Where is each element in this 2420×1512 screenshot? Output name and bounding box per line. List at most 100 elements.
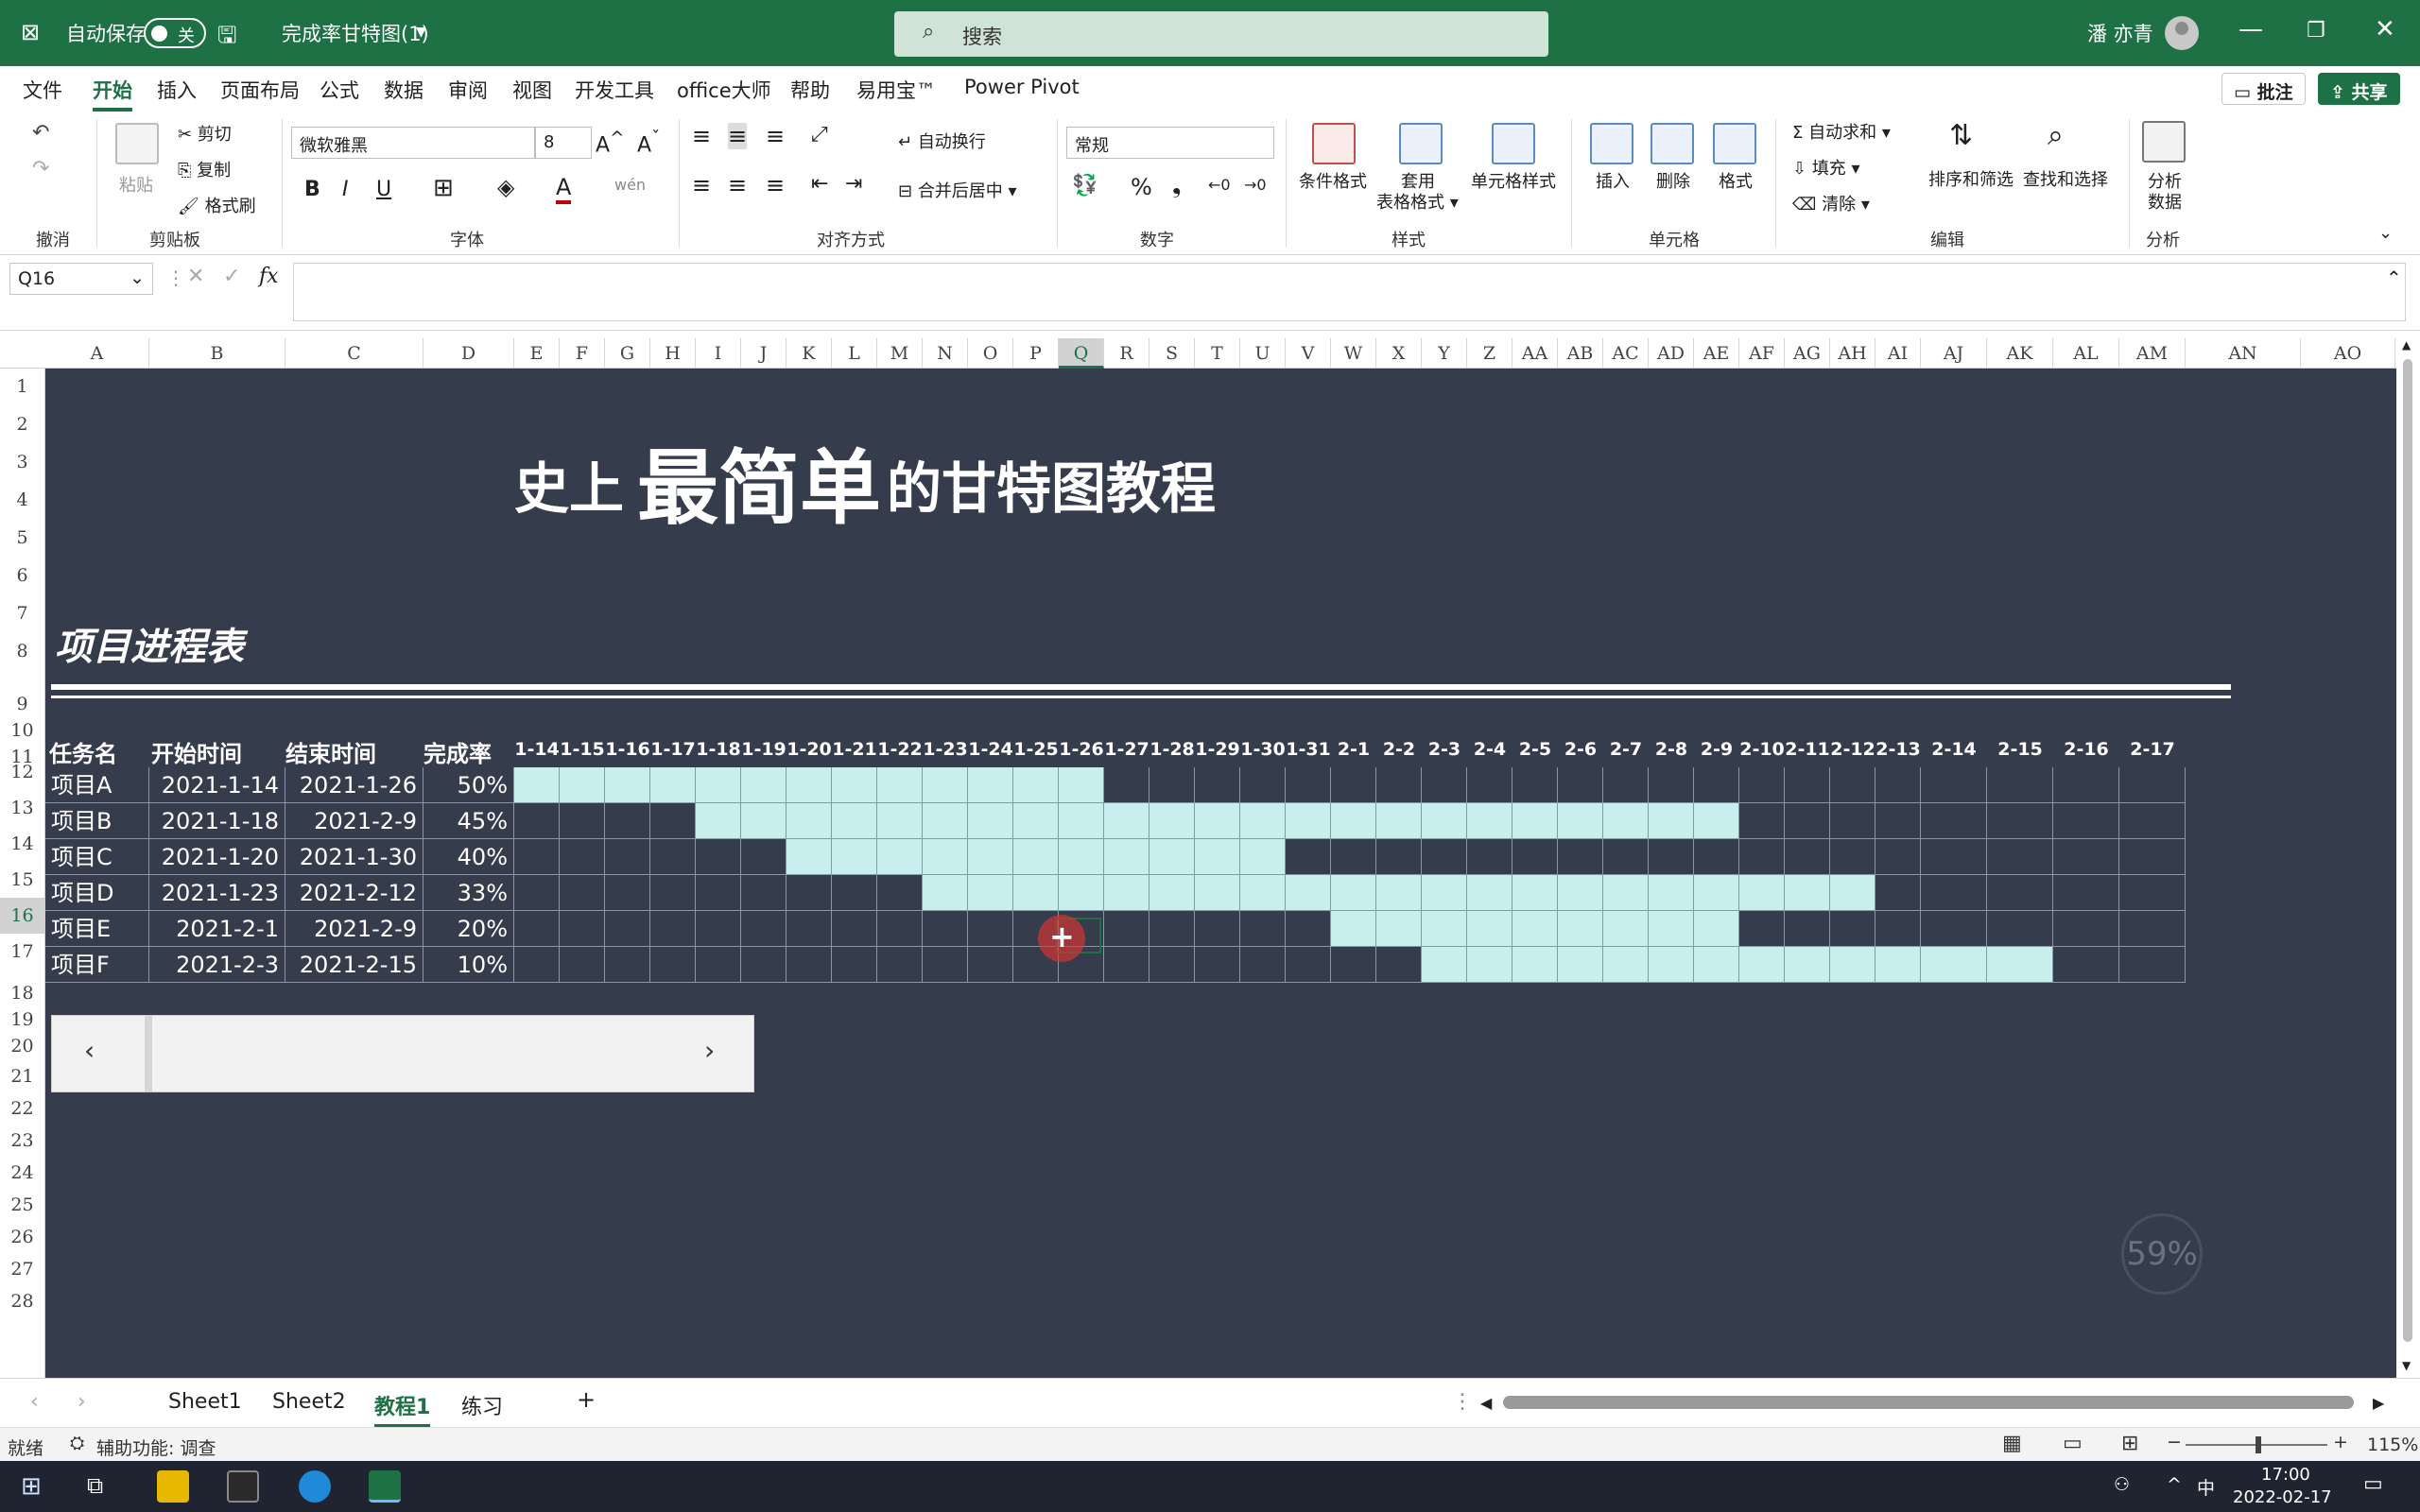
gantt-empty-cell[interactable]: [1694, 767, 1739, 803]
gantt-empty-cell[interactable]: [1104, 947, 1150, 983]
column-header[interactable]: K: [786, 338, 832, 369]
gantt-empty-cell[interactable]: [560, 839, 605, 875]
increase-font-icon[interactable]: A^: [596, 129, 624, 157]
gantt-bar-cell[interactable]: [786, 767, 832, 803]
gantt-bar-cell[interactable]: [1467, 803, 1512, 839]
task-name-cell[interactable]: 项目D: [45, 875, 149, 911]
vertical-scroll-thumb[interactable]: [2403, 359, 2412, 1342]
gantt-bar-cell[interactable]: [832, 767, 877, 803]
gantt-bar-cell[interactable]: [1013, 839, 1059, 875]
column-header[interactable]: AN: [2186, 338, 2301, 369]
conditional-format-button[interactable]: 条件格式: [1299, 168, 1367, 193]
gantt-bar-cell[interactable]: [923, 839, 968, 875]
format-cells-button[interactable]: 格式: [1719, 168, 1753, 193]
gantt-bar-cell[interactable]: [877, 767, 923, 803]
row-header[interactable]: 15: [0, 862, 44, 898]
chevron-down-icon[interactable]: ▼: [416, 25, 426, 40]
gantt-empty-cell[interactable]: [1331, 839, 1376, 875]
gantt-empty-cell[interactable]: [605, 875, 650, 911]
gantt-empty-cell[interactable]: [560, 803, 605, 839]
gantt-empty-cell[interactable]: [1649, 839, 1694, 875]
row-header[interactable]: 8: [0, 633, 44, 669]
wrap-text-button[interactable]: ↵ 自动换行: [898, 129, 986, 153]
column-header[interactable]: I: [696, 338, 741, 369]
gantt-bar-cell[interactable]: [832, 839, 877, 875]
gantt-bar-cell[interactable]: [877, 803, 923, 839]
align-right-icon[interactable]: ≡: [766, 172, 785, 198]
gantt-bar-cell[interactable]: [1376, 911, 1422, 947]
autosum-button[interactable]: Σ 自动求和 ▾: [1792, 119, 1891, 144]
gantt-empty-cell[interactable]: [1830, 803, 1876, 839]
gantt-bar-cell[interactable]: [968, 839, 1013, 875]
gantt-empty-cell[interactable]: [877, 875, 923, 911]
gantt-empty-cell[interactable]: [650, 803, 696, 839]
task-rate-cell[interactable]: 10%: [424, 947, 514, 983]
gantt-empty-cell[interactable]: [1739, 767, 1785, 803]
gantt-bar-cell[interactable]: [968, 803, 1013, 839]
hscroll-left-icon[interactable]: ◀: [1480, 1394, 1492, 1412]
gantt-bar-cell[interactable]: [1059, 767, 1104, 803]
format-painter-button[interactable]: 🖌 格式刷: [178, 193, 256, 217]
gantt-bar-cell[interactable]: [1558, 947, 1603, 983]
column-header[interactable]: R: [1104, 338, 1150, 369]
align-top-icon[interactable]: ≡: [692, 123, 711, 149]
gantt-empty-cell[interactable]: [514, 839, 560, 875]
merge-center-button[interactable]: ⊟ 合并后居中 ▾: [898, 178, 1017, 202]
menu-office-master[interactable]: office大师: [677, 76, 771, 104]
zoom-slider-thumb[interactable]: [2256, 1436, 2261, 1453]
gantt-bar-cell[interactable]: [1240, 839, 1286, 875]
gantt-empty-cell[interactable]: [923, 947, 968, 983]
gantt-empty-cell[interactable]: [1240, 911, 1286, 947]
task-end-cell[interactable]: 2021-1-26: [285, 767, 424, 803]
sort-filter-icon[interactable]: ⇅: [1949, 119, 1973, 152]
gantt-empty-cell[interactable]: [1987, 767, 2053, 803]
gantt-bar-cell[interactable]: [1150, 875, 1195, 911]
gantt-bar-cell[interactable]: [786, 839, 832, 875]
gantt-empty-cell[interactable]: [2119, 947, 2186, 983]
windows-start-icon[interactable]: ⊞: [21, 1472, 42, 1501]
gantt-empty-cell[interactable]: [786, 875, 832, 911]
gantt-empty-cell[interactable]: [1921, 911, 1987, 947]
phonetic-icon[interactable]: wén: [614, 176, 646, 194]
cancel-icon[interactable]: ✕: [187, 265, 204, 288]
terminal-icon[interactable]: [227, 1470, 259, 1503]
gantt-bar-cell[interactable]: [1240, 875, 1286, 911]
gantt-empty-cell[interactable]: [877, 947, 923, 983]
gantt-empty-cell[interactable]: [560, 947, 605, 983]
menu-page-layout[interactable]: 页面布局: [220, 76, 300, 104]
column-header[interactable]: AF: [1739, 338, 1785, 369]
gantt-bar-cell[interactable]: [1694, 911, 1739, 947]
gantt-empty-cell[interactable]: [1830, 767, 1876, 803]
analyze-data-icon[interactable]: [2142, 121, 2186, 163]
tab-sheet1[interactable]: Sheet1: [168, 1390, 242, 1414]
save-icon[interactable]: 🖫: [217, 19, 236, 58]
task-start-cell[interactable]: 2021-1-23: [149, 875, 285, 911]
column-header[interactable]: V: [1286, 338, 1331, 369]
edge-browser-icon[interactable]: [299, 1470, 331, 1503]
row-header[interactable]: 26: [0, 1219, 44, 1255]
gantt-empty-cell[interactable]: [650, 839, 696, 875]
gantt-empty-cell[interactable]: [1512, 839, 1558, 875]
gantt-empty-cell[interactable]: [1694, 839, 1739, 875]
copy-button[interactable]: ⎘ 复制: [178, 157, 231, 181]
gantt-empty-cell[interactable]: [1558, 839, 1603, 875]
cell-style-icon[interactable]: [1492, 123, 1535, 164]
insert-function-icon[interactable]: fx: [259, 265, 279, 288]
gantt-bar-cell[interactable]: [650, 767, 696, 803]
restore-icon[interactable]: ❐: [2307, 19, 2325, 43]
table-format-icon[interactable]: [1399, 123, 1443, 164]
task-start-cell[interactable]: 2021-1-20: [149, 839, 285, 875]
row-header[interactable]: 5: [0, 520, 44, 556]
gantt-empty-cell[interactable]: [1286, 947, 1331, 983]
menu-help[interactable]: 帮助: [790, 76, 830, 104]
comment-button[interactable]: ▭ 批注: [2221, 73, 2306, 105]
gantt-empty-cell[interactable]: [696, 947, 741, 983]
gantt-bar-cell[interactable]: [1694, 947, 1739, 983]
gantt-empty-cell[interactable]: [1830, 911, 1876, 947]
gantt-bar-cell[interactable]: [1059, 875, 1104, 911]
scroll-right-icon[interactable]: ›: [704, 1035, 715, 1066]
cut-button[interactable]: ✂ 剪切: [178, 121, 232, 146]
scroll-up-icon[interactable]: ▲: [2402, 338, 2411, 352]
align-bottom-icon[interactable]: ≡: [766, 123, 785, 149]
column-header[interactable]: AE: [1694, 338, 1739, 369]
